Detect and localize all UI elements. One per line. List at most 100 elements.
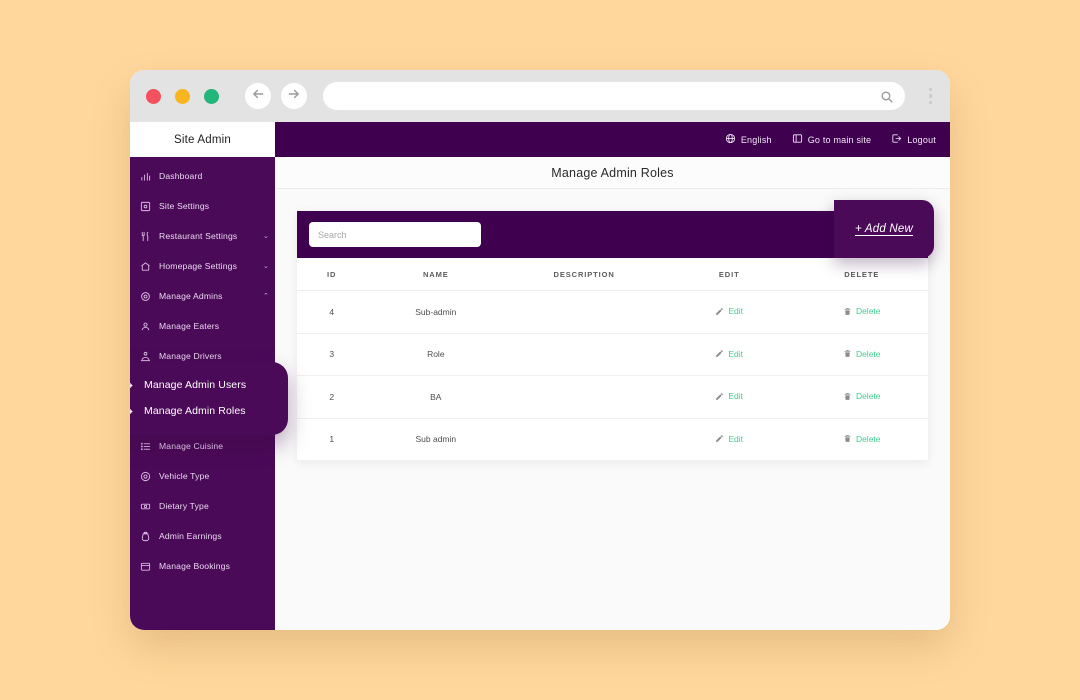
delete-label: Delete bbox=[855, 348, 881, 359]
settings-box-icon bbox=[139, 200, 151, 212]
language-selector[interactable]: English bbox=[725, 133, 772, 146]
sidebar-item-label: Manage Cuisine bbox=[159, 441, 224, 451]
content-area: + Add New ID NAME DESCRIPTION EDIT DELET… bbox=[275, 189, 950, 630]
table-row: 2 BA Edit Delete bbox=[297, 375, 928, 419]
sidebar: Site Admin Dashboard Site Settings Resta… bbox=[130, 122, 288, 630]
sidebar-item-label: Restaurant Settings bbox=[159, 231, 238, 241]
sidebar-item-label: Site Settings bbox=[159, 201, 210, 211]
search-icon[interactable] bbox=[880, 90, 893, 103]
cell-id: 2 bbox=[297, 375, 367, 419]
language-label: English bbox=[740, 134, 772, 145]
sidebar-item-manage-bookings[interactable]: Manage Bookings bbox=[130, 551, 275, 581]
submenu-item-manage-admin-roles[interactable]: Manage Admin Roles bbox=[130, 398, 288, 424]
delete-button[interactable]: Delete bbox=[843, 306, 881, 316]
sidebar-item-dietary-type[interactable]: Dietary Type bbox=[130, 491, 275, 521]
sidebar-item-restaurant-settings[interactable]: Restaurant Settings ⌄ bbox=[130, 221, 275, 251]
cell-id: 3 bbox=[297, 333, 367, 376]
delete-button[interactable]: Delete bbox=[843, 349, 881, 359]
cell-name: Role bbox=[366, 333, 506, 376]
submenu-item-label: Manage Admin Users bbox=[144, 379, 247, 391]
edit-button[interactable]: Edit bbox=[715, 306, 743, 316]
page-title: Manage Admin Roles bbox=[275, 157, 950, 189]
column-header-name: NAME bbox=[366, 258, 506, 291]
pencil-icon bbox=[715, 307, 724, 316]
main-column: English Go to main site Logout Manage Ad… bbox=[275, 122, 950, 630]
chevron-up-icon[interactable]: ⌃ bbox=[263, 292, 269, 300]
table-body: 4 Sub-admin Edit Delete 3 Role Edit Dele… bbox=[297, 290, 928, 461]
restaurant-icon bbox=[139, 230, 151, 242]
edit-label: Edit bbox=[728, 306, 744, 316]
sidebar-item-label: Dashboard bbox=[159, 171, 203, 181]
globe-icon bbox=[725, 133, 736, 146]
sidebar-item-manage-admins[interactable]: Manage Admins ⌃ bbox=[130, 281, 275, 311]
sidebar-item-vehicle-type[interactable]: Vehicle Type bbox=[130, 461, 275, 491]
submenu-item-manage-admin-users[interactable]: Manage Admin Users bbox=[130, 372, 288, 398]
cell-id: 4 bbox=[297, 290, 367, 334]
column-header-id: ID bbox=[297, 258, 367, 291]
logout-button[interactable]: Logout bbox=[891, 133, 936, 146]
chevron-down-icon[interactable]: ⌄ bbox=[263, 262, 269, 270]
edit-label: Edit bbox=[728, 391, 744, 401]
sidebar-item-label: Dietary Type bbox=[159, 501, 209, 511]
sidebar-item-label: Vehicle Type bbox=[159, 471, 210, 481]
table-row: 4 Sub-admin Edit Delete bbox=[297, 290, 928, 334]
cell-description bbox=[505, 418, 663, 461]
table-header-row: ID NAME DESCRIPTION EDIT DELETE bbox=[297, 258, 928, 291]
cell-name: BA bbox=[366, 375, 506, 419]
pencil-icon bbox=[715, 434, 724, 443]
cell-delete: Delete bbox=[795, 333, 928, 376]
add-new-popup[interactable]: + Add New bbox=[834, 200, 934, 258]
cell-edit: Edit bbox=[662, 290, 796, 334]
cell-edit: Edit bbox=[662, 375, 796, 419]
chevron-down-icon[interactable]: ⌄ bbox=[263, 232, 269, 240]
address-bar[interactable] bbox=[323, 82, 905, 110]
kebab-menu-icon[interactable] bbox=[925, 84, 937, 109]
cell-id: 1 bbox=[297, 418, 367, 461]
cell-edit: Edit bbox=[662, 333, 796, 376]
vehicle-icon bbox=[139, 470, 151, 482]
delete-button[interactable]: Delete bbox=[843, 391, 881, 401]
minimize-window-button[interactable] bbox=[175, 88, 190, 104]
search-input[interactable] bbox=[309, 222, 481, 247]
maximize-window-button[interactable] bbox=[204, 88, 219, 104]
close-window-button[interactable] bbox=[146, 88, 161, 104]
trash-icon bbox=[843, 434, 852, 443]
cell-edit: Edit bbox=[662, 418, 796, 461]
url-input[interactable] bbox=[335, 90, 880, 102]
sidebar-item-label: Manage Bookings bbox=[159, 561, 231, 571]
add-new-button[interactable]: + Add New bbox=[855, 223, 913, 235]
go-to-main-site-link[interactable]: Go to main site bbox=[792, 133, 872, 146]
cell-delete: Delete bbox=[795, 290, 928, 334]
submenu-item-label: Manage Admin Roles bbox=[144, 405, 246, 417]
edit-button[interactable]: Edit bbox=[715, 349, 743, 359]
back-button[interactable] bbox=[245, 83, 271, 109]
sidebar-item-label: Manage Eaters bbox=[159, 321, 220, 331]
logout-label: Logout bbox=[907, 134, 936, 145]
delete-button[interactable]: Delete bbox=[843, 434, 881, 444]
sidebar-item-label: Manage Drivers bbox=[159, 351, 222, 361]
edit-button[interactable]: Edit bbox=[715, 391, 743, 401]
table-row: 1 Sub admin Edit Delete bbox=[297, 418, 928, 461]
list-icon bbox=[139, 440, 151, 452]
pencil-icon bbox=[715, 392, 724, 401]
cell-description bbox=[505, 333, 663, 376]
user-icon bbox=[139, 320, 151, 332]
homepage-icon bbox=[139, 260, 151, 272]
sidebar-item-label: Homepage Settings bbox=[159, 261, 238, 271]
sidebar-item-admin-earnings[interactable]: Admin Earnings bbox=[130, 521, 275, 551]
sidebar-item-dashboard[interactable]: Dashboard bbox=[130, 161, 275, 191]
delete-label: Delete bbox=[855, 391, 881, 401]
edit-button[interactable]: Edit bbox=[715, 434, 743, 444]
forward-button[interactable] bbox=[281, 83, 307, 109]
column-header-description: DESCRIPTION bbox=[505, 258, 663, 291]
sidebar-item-label: Manage Admins bbox=[159, 291, 223, 301]
sidebar-item-manage-eaters[interactable]: Manage Eaters bbox=[130, 311, 275, 341]
sidebar-item-site-settings[interactable]: Site Settings bbox=[130, 191, 275, 221]
sidebar-item-manage-cuisine[interactable]: Manage Cuisine bbox=[130, 431, 275, 461]
sidebar-brand: Site Admin bbox=[130, 122, 275, 157]
top-navbar: English Go to main site Logout bbox=[275, 122, 950, 157]
window-icon bbox=[792, 133, 803, 146]
cell-delete: Delete bbox=[795, 375, 928, 419]
sidebar-item-homepage-settings[interactable]: Homepage Settings ⌄ bbox=[130, 251, 275, 281]
earnings-bag-icon bbox=[139, 530, 151, 542]
